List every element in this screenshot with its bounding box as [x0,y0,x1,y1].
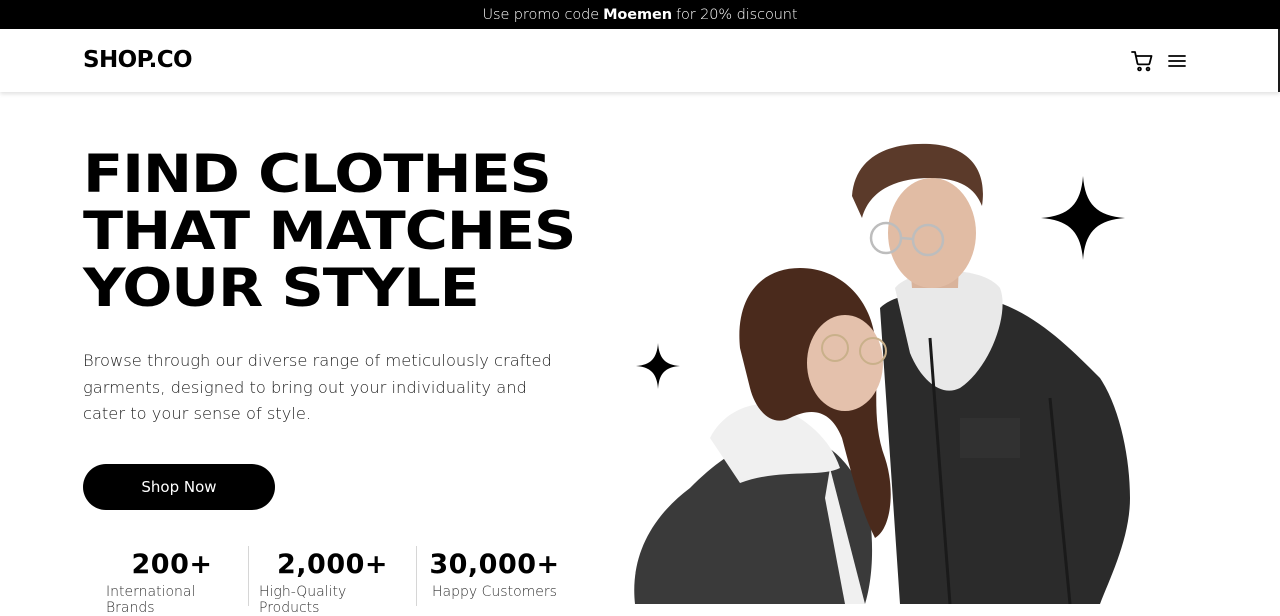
stat-brands: 200+ International Brands [96,546,248,616]
promo-prefix: Use promo code [482,6,600,23]
hero-title-line-2: THAT MATCHES [83,201,576,262]
promo-banner: Use promo code Moemen for 20% discount [0,0,1280,29]
stats-row: 200+ International Brands 2,000+ High-Qu… [96,546,572,616]
stat-products: 2,000+ High-Quality Products [248,546,416,616]
cart-icon[interactable] [1130,49,1154,73]
logo[interactable]: SHOP.CO [83,47,193,73]
hero-title-line-1: FIND CLOTHES [83,144,552,205]
stat-value: 2,000+ [276,549,389,580]
top-navbar: SHOP.CO [0,29,1280,92]
hero-description: Browse through our diverse range of meti… [83,351,552,423]
stat-label: High-Quality Products [259,584,347,616]
stat-label: International Brands [106,584,196,616]
hero-title-line-3: YOUR STYLE [83,258,480,319]
promo-code: Moemen [603,6,672,23]
stat-label: Happy Customers [432,584,557,600]
shop-now-button[interactable]: Shop Now [83,464,275,510]
stat-customers: 30,000+ Happy Customers [416,546,572,606]
hero-title: FIND CLOTHES THAT MATCHES YOUR STYLE [83,146,660,317]
stat-value: 30,000+ [429,549,560,580]
sparkle-small-icon [636,343,680,389]
sparkle-big-icon [1041,176,1125,260]
promo-suffix: for 20% discount [676,6,798,23]
stat-value: 200+ [131,549,213,580]
menu-icon[interactable] [1165,49,1189,73]
